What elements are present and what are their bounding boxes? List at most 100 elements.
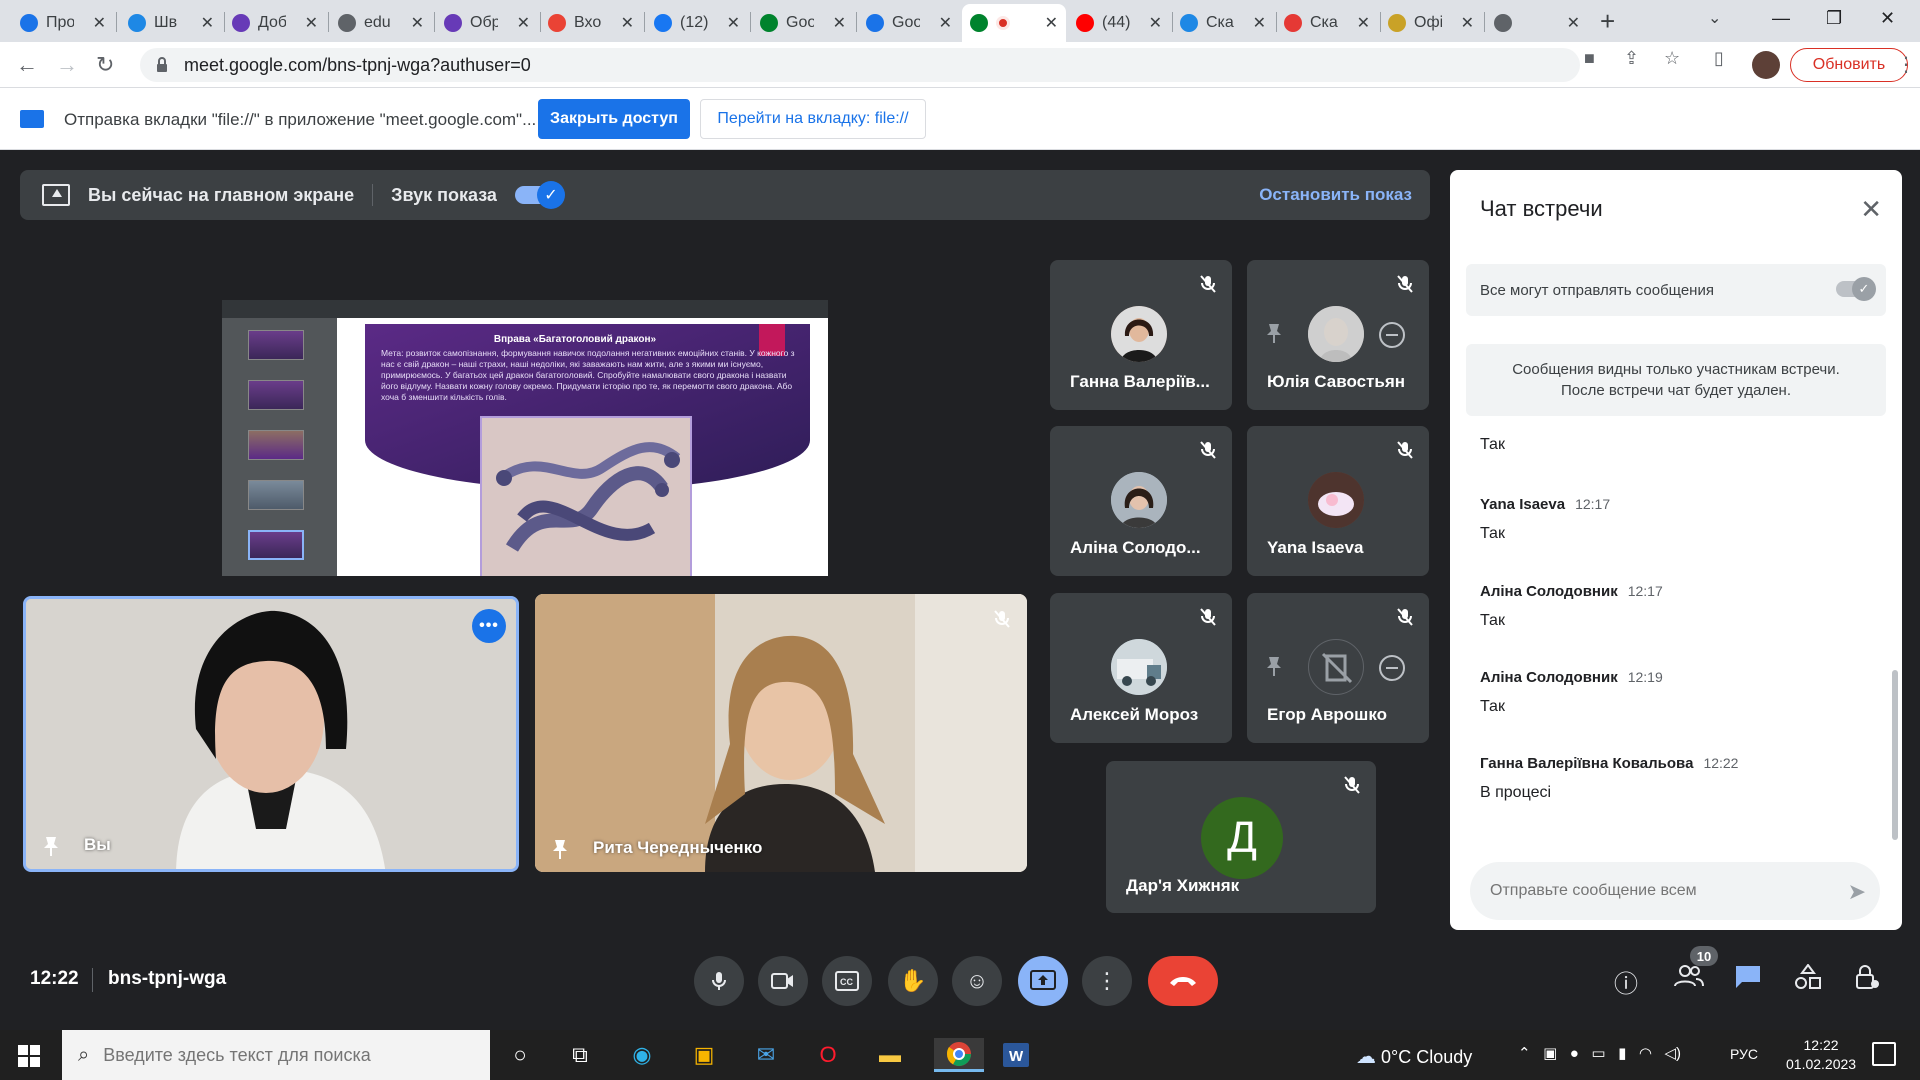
browser-tab[interactable]: Обр ✕ bbox=[436, 4, 538, 42]
minimize-icon[interactable]: — bbox=[1772, 8, 1790, 29]
browser-tab[interactable]: (44) ✕ bbox=[1068, 4, 1170, 42]
lock-icon[interactable] bbox=[152, 55, 172, 75]
close-tab-icon[interactable]: ✕ bbox=[1253, 13, 1266, 33]
word-icon[interactable]: W bbox=[996, 1038, 1036, 1072]
close-tab-icon[interactable]: ✕ bbox=[621, 13, 634, 33]
share-audio-toggle[interactable]: ✓ bbox=[514, 181, 565, 209]
mail-icon[interactable]: ✉ bbox=[748, 1038, 784, 1072]
browser-tab[interactable]: edu ✕ bbox=[330, 4, 432, 42]
system-tray[interactable]: ⌃ ▣ ● ▭ ▮ ◠ ◁) bbox=[1518, 1044, 1681, 1062]
browser-tab[interactable]: Про ✕ bbox=[12, 4, 114, 42]
update-button[interactable]: Обновить bbox=[1790, 48, 1908, 82]
profile-avatar[interactable] bbox=[1752, 51, 1780, 79]
close-icon[interactable]: ✕ bbox=[1860, 194, 1882, 225]
input-language[interactable]: РУС bbox=[1730, 1046, 1758, 1062]
restore-icon[interactable]: ❐ bbox=[1826, 8, 1842, 29]
address-bar[interactable]: meet.google.com/bns-tpnj-wga?authuser=0 bbox=[140, 48, 1580, 82]
browser-tab[interactable]: ✕ bbox=[962, 4, 1066, 42]
forward-icon[interactable]: → bbox=[56, 52, 78, 78]
participant-video-tile[interactable]: Рита Чередныченко bbox=[535, 594, 1027, 872]
back-icon[interactable]: ← bbox=[16, 52, 38, 78]
pin-icon[interactable] bbox=[1265, 655, 1283, 682]
reload-icon[interactable]: ↻ bbox=[96, 52, 114, 78]
host-controls-icon[interactable] bbox=[1854, 964, 1880, 997]
more-options-button[interactable]: ⋮ bbox=[1082, 956, 1132, 1006]
chat-icon[interactable] bbox=[1734, 964, 1762, 997]
url-text[interactable]: meet.google.com/bns-tpnj-wga?authuser=0 bbox=[184, 55, 531, 76]
pin-icon[interactable] bbox=[42, 835, 60, 857]
activities-icon[interactable] bbox=[1794, 963, 1822, 997]
switch-to-tab-button[interactable]: Перейти на вкладку: file:// bbox=[700, 99, 926, 139]
network-device-icon[interactable]: ▣ bbox=[1543, 1045, 1557, 1062]
close-tab-icon[interactable]: ✕ bbox=[1567, 13, 1580, 33]
taskbar-search-input[interactable] bbox=[103, 1044, 484, 1066]
stop-sharing-button[interactable]: Закрыть доступ bbox=[538, 99, 690, 139]
close-tab-icon[interactable]: ✕ bbox=[1461, 13, 1474, 33]
raise-hand-button[interactable]: ✋ bbox=[888, 956, 938, 1006]
opera-icon[interactable]: O bbox=[810, 1038, 846, 1072]
browser-tab[interactable]: ✕ bbox=[1486, 4, 1588, 42]
present-now-button[interactable] bbox=[1018, 956, 1068, 1006]
close-tab-icon[interactable]: ✕ bbox=[93, 13, 106, 33]
close-tab-icon[interactable]: ✕ bbox=[305, 13, 318, 33]
close-tab-icon[interactable]: ✕ bbox=[1045, 13, 1058, 33]
participant-tile[interactable]: Юлія Савостьян bbox=[1247, 260, 1429, 410]
participant-tile[interactable]: Аліна Солодо... bbox=[1050, 426, 1232, 576]
browser-tab[interactable]: Ска ✕ bbox=[1276, 4, 1378, 42]
task-view-icon[interactable]: ⧉ bbox=[562, 1038, 598, 1072]
microphone-button[interactable] bbox=[694, 956, 744, 1006]
volume-icon[interactable]: ◁) bbox=[1664, 1045, 1681, 1062]
new-tab-button[interactable]: + bbox=[1600, 6, 1615, 37]
cortana-icon[interactable]: ○ bbox=[502, 1038, 538, 1072]
participant-tile[interactable]: Ганна Валеріїв... bbox=[1050, 260, 1232, 410]
people-icon[interactable] bbox=[1674, 964, 1704, 995]
participant-tile[interactable]: Д Дар'я Хижняк bbox=[1106, 761, 1376, 913]
windows-start-icon[interactable] bbox=[18, 1045, 40, 1067]
weather-widget[interactable]: ☁ 0°C Cloudy bbox=[1356, 1044, 1472, 1069]
chat-scrollbar[interactable] bbox=[1892, 670, 1898, 840]
browser-tab[interactable]: Офі ✕ bbox=[1380, 4, 1482, 42]
notification-icon[interactable] bbox=[1872, 1042, 1896, 1066]
taskbar-search-box[interactable]: ⌕ bbox=[62, 1030, 490, 1080]
bookmark-star-icon[interactable]: ☆ bbox=[1664, 48, 1680, 69]
browser-tab[interactable]: Goo ✕ bbox=[752, 4, 854, 42]
edge-icon[interactable]: ◉ bbox=[624, 1038, 660, 1072]
share-icon[interactable]: ⇪ bbox=[1624, 48, 1639, 69]
participant-tile[interactable]: Алексей Мороз bbox=[1050, 593, 1232, 743]
side-panel-icon[interactable]: ▯ bbox=[1714, 48, 1724, 69]
chevron-up-icon[interactable]: ⌃ bbox=[1518, 1045, 1531, 1062]
wifi-icon[interactable]: ◠ bbox=[1639, 1045, 1652, 1062]
stop-presenting-button[interactable]: Остановить показ bbox=[1259, 185, 1412, 205]
remove-from-call-icon[interactable] bbox=[1379, 655, 1405, 681]
close-tab-icon[interactable]: ✕ bbox=[1357, 13, 1370, 33]
reactions-button[interactable]: ☺ bbox=[952, 956, 1002, 1006]
browser-menu-icon[interactable]: ⋮ bbox=[1896, 52, 1916, 77]
store-icon[interactable]: ▣ bbox=[686, 1038, 722, 1072]
close-window-icon[interactable]: ✕ bbox=[1880, 8, 1895, 29]
close-tab-icon[interactable]: ✕ bbox=[1149, 13, 1162, 33]
pin-icon[interactable] bbox=[551, 838, 569, 860]
more-options-button[interactable]: ••• bbox=[472, 609, 506, 643]
chrome-icon[interactable] bbox=[934, 1038, 984, 1072]
chat-message-input[interactable] bbox=[1490, 862, 1820, 920]
meeting-info-icon[interactable]: ⓘ bbox=[1614, 964, 1638, 999]
display-icon[interactable]: ▭ bbox=[1591, 1045, 1605, 1062]
camera-in-use-icon[interactable]: ■ bbox=[1584, 48, 1595, 69]
file-explorer-icon[interactable]: ▬ bbox=[872, 1038, 908, 1072]
camera-button[interactable] bbox=[758, 956, 808, 1006]
remove-from-call-icon[interactable] bbox=[1379, 322, 1405, 348]
browser-tab[interactable]: Ска ✕ bbox=[1172, 4, 1274, 42]
participant-tile[interactable]: Yana Isaeva bbox=[1247, 426, 1429, 576]
leave-call-button[interactable] bbox=[1148, 956, 1218, 1006]
browser-tab[interactable]: Вхо ✕ bbox=[540, 4, 642, 42]
microphone-icon[interactable]: ● bbox=[1570, 1045, 1579, 1062]
browser-tab[interactable]: (12) ✕ bbox=[646, 4, 748, 42]
send-icon[interactable]: ➤ bbox=[1848, 879, 1866, 905]
participant-tile[interactable]: Егор Аврошко bbox=[1247, 593, 1429, 743]
close-tab-icon[interactable]: ✕ bbox=[411, 13, 424, 33]
browser-tab[interactable]: Шв ✕ bbox=[120, 4, 222, 42]
browser-tab[interactable]: Goo ✕ bbox=[858, 4, 960, 42]
close-tab-icon[interactable]: ✕ bbox=[201, 13, 214, 33]
close-tab-icon[interactable]: ✕ bbox=[939, 13, 952, 33]
tab-search-icon[interactable]: ⌄ bbox=[1708, 8, 1721, 28]
